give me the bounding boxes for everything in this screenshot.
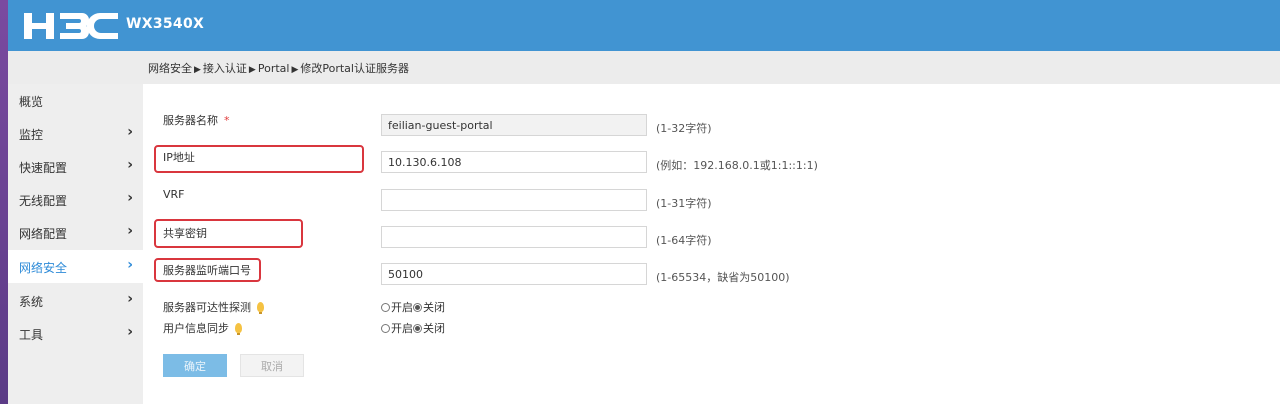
confirm-button[interactable]: 确定 <box>163 354 227 377</box>
main-content: 服务器名称 * (1-32字符) IP地址 (例如：192.168.0.1或1:1… <box>143 84 1280 404</box>
shared-key-field[interactable] <box>381 226 647 248</box>
reachability-on-label: 开启 <box>391 301 413 314</box>
ip-address-hint: (例如：192.168.0.1或1:1::1:1) <box>656 159 818 172</box>
breadcrumb-item-portal[interactable]: Portal <box>258 62 290 75</box>
chevron-right-icon: › <box>127 324 133 340</box>
sidebar-item-label: 网络安全 <box>19 261 68 275</box>
chevron-right-icon: › <box>127 291 133 307</box>
vrf-field[interactable] <box>381 189 647 211</box>
sidebar-item-network-security[interactable]: 网络安全 › <box>8 250 143 283</box>
required-mark: * <box>224 114 230 127</box>
lightbulb-icon[interactable] <box>257 302 264 314</box>
sidebar-item-label: 系统 <box>19 295 44 309</box>
chevron-right-icon: › <box>127 124 133 140</box>
caret-right-icon: ▶ <box>194 65 201 75</box>
vrf-label: VRF <box>163 188 185 201</box>
sidebar-item-label: 监控 <box>19 128 44 142</box>
ip-address-label: IP地址 <box>163 151 195 164</box>
vrf-hint: (1-31字符) <box>656 197 712 210</box>
sidebar-item-label: 概览 <box>19 95 44 109</box>
shared-key-label: 共享密钥 <box>163 227 207 240</box>
breadcrumb-item-network-security[interactable]: 网络安全 <box>148 62 192 75</box>
listen-port-label: 服务器监听端口号 <box>163 264 251 277</box>
sidebar-item-monitor[interactable]: 监控 › <box>8 117 143 150</box>
ip-address-field[interactable] <box>381 151 647 173</box>
user-sync-label-text: 用户信息同步 <box>163 322 229 335</box>
h3c-logo <box>24 13 118 39</box>
reachability-off-radio[interactable] <box>413 303 422 312</box>
reachability-off-label: 关闭 <box>423 301 445 314</box>
sidebar-item-tools[interactable]: 工具 › <box>8 317 143 350</box>
top-header: WX3540X <box>8 0 1280 51</box>
caret-right-icon: ▶ <box>291 65 299 75</box>
chevron-right-icon: › <box>127 190 133 206</box>
listen-port-hint: (1-65534，缺省为50100) <box>656 271 790 284</box>
breadcrumb-item-current: 修改Portal认证服务器 <box>300 62 409 75</box>
caret-right-icon: ▶ <box>248 65 256 75</box>
user-sync-off-radio[interactable] <box>413 324 422 333</box>
listen-port-field[interactable] <box>381 263 647 285</box>
shared-key-hint: (1-64字符) <box>656 234 712 247</box>
cancel-button[interactable]: 取消 <box>240 354 304 377</box>
user-sync-on-label: 开启 <box>391 322 413 335</box>
server-name-hint: (1-32字符) <box>656 122 712 135</box>
breadcrumb: 网络安全 ▶ 接入认证 ▶ Portal ▶ 修改Portal认证服务器 <box>148 60 409 76</box>
server-name-field[interactable] <box>381 114 647 136</box>
reachability-radio-group: 开启 关闭 <box>381 299 445 315</box>
sidebar-item-label: 工具 <box>19 328 44 342</box>
user-sync-label: 用户信息同步 <box>163 320 242 336</box>
sidebar-item-label: 快速配置 <box>19 161 68 175</box>
reachability-label: 服务器可达性探测 <box>163 299 264 315</box>
user-sync-on-radio[interactable] <box>381 324 390 333</box>
reachability-on-radio[interactable] <box>381 303 390 312</box>
sidebar-item-wireless-config[interactable]: 无线配置 › <box>8 183 143 216</box>
sidebar-item-quick-config[interactable]: 快速配置 › <box>8 150 143 183</box>
sidebar-item-network-config[interactable]: 网络配置 › <box>8 216 143 249</box>
chevron-right-icon: › <box>127 157 133 173</box>
server-name-label: 服务器名称 * <box>163 112 230 128</box>
breadcrumb-bar: 网络安全 ▶ 接入认证 ▶ Portal ▶ 修改Portal认证服务器 <box>8 51 1280 85</box>
product-model: WX3540X <box>126 16 205 32</box>
sidebar: 概览 监控 › 快速配置 › 无线配置 › 网络配置 › 网络安全 › 系统 ›… <box>8 84 143 404</box>
lightbulb-icon[interactable] <box>235 323 242 335</box>
sidebar-item-label: 网络配置 <box>19 227 68 241</box>
reachability-label-text: 服务器可达性探测 <box>163 301 251 314</box>
chevron-right-icon: › <box>127 223 133 239</box>
user-sync-radio-group: 开启 关闭 <box>381 320 445 336</box>
sidebar-item-label: 无线配置 <box>19 194 68 208</box>
sidebar-item-overview[interactable]: 概览 <box>8 84 143 117</box>
sidebar-item-system[interactable]: 系统 › <box>8 284 143 317</box>
chevron-right-icon: › <box>127 257 133 273</box>
window-edge <box>0 0 8 404</box>
breadcrumb-item-access-auth[interactable]: 接入认证 <box>203 62 247 75</box>
user-sync-off-label: 关闭 <box>423 322 445 335</box>
server-name-label-text: 服务器名称 <box>163 114 218 127</box>
